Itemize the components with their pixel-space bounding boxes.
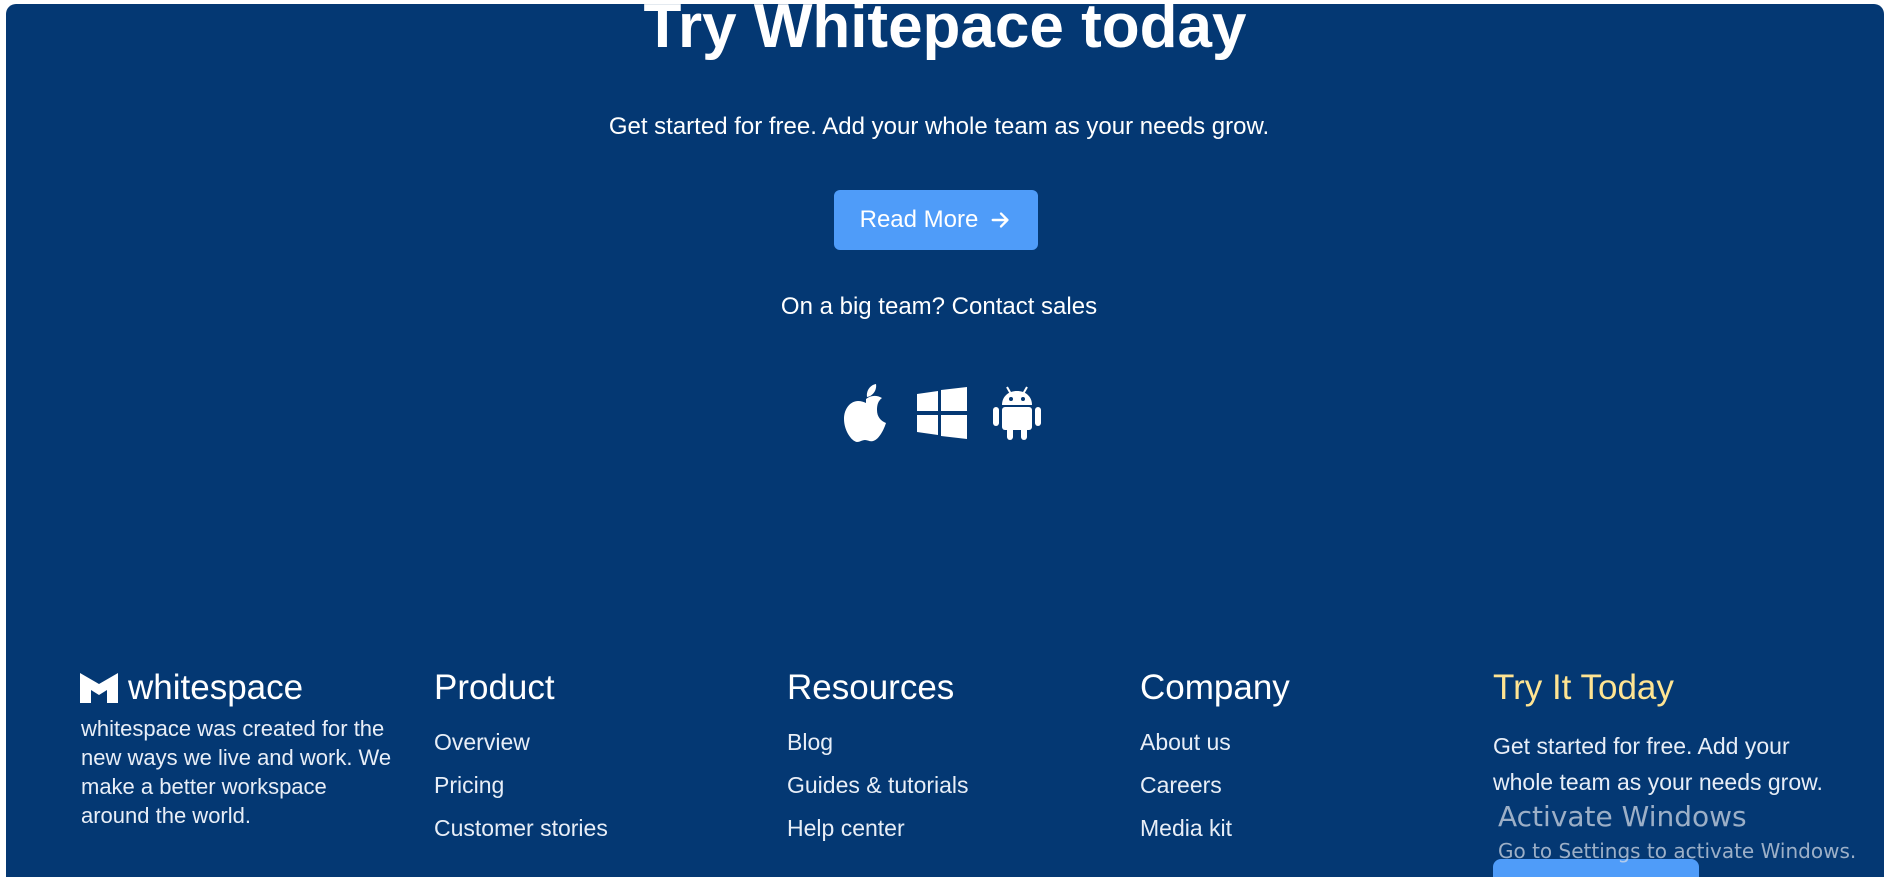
footer-link-item: Pricing [434,771,608,799]
hero-subtitle: Get started for free. Add your whole tea… [608,113,1270,140]
footer-link-overview[interactable]: Overview [434,729,530,755]
footer-link-customer-stories[interactable]: Customer stories [434,815,608,841]
footer-link-item: Media kit [1140,814,1290,842]
footer-column-company: Company About us Careers Media kit [1140,666,1290,857]
contact-sales-link[interactable]: On a big team? Contact sales [781,293,1097,320]
footer-link-item: About us [1140,728,1290,756]
footer-link-item: Help center [787,814,969,842]
platform-icons [840,382,1042,448]
read-more-label: Read More [859,206,979,233]
footer-link-careers[interactable]: Careers [1140,772,1222,798]
windows-icon[interactable] [916,386,968,445]
footer-column-title: Try It Today [1493,668,1674,707]
footer-link-blog[interactable]: Blog [787,729,833,755]
footer-column-title: Resources [787,668,955,707]
footer-link-item: Customer stories [434,814,608,842]
hero-title: Try Whitepace today [643,4,1247,61]
footer-link-item: Blog [787,728,969,756]
footer-column-try-it-today: Try It Today Get started for free. Add y… [1493,666,1833,800]
activate-windows-watermark: Activate Windows Go to Settings to activ… [1498,800,1856,864]
footer-link-pricing[interactable]: Pricing [434,772,504,798]
footer-link-guides-tutorials[interactable]: Guides & tutorials [787,772,969,798]
footer-link-item: Careers [1140,771,1290,799]
android-icon[interactable] [992,385,1042,446]
try-it-button[interactable] [1493,859,1699,877]
contact-sales-line: On a big team? Contact sales [6,292,1872,322]
footer-column-resources: Resources Blog Guides & tutorials Help c… [787,666,969,857]
brand-name: whitespace [128,668,304,707]
arrow-right-icon [991,212,1009,228]
watermark-title: Activate Windows [1498,800,1747,833]
footer-column-title: Company [1140,668,1290,707]
footer-logo[interactable]: whitespace [80,668,303,708]
footer-link-help-center[interactable]: Help center [787,815,905,841]
footer-link-about-us[interactable]: About us [1140,729,1231,755]
footer-link-item: Guides & tutorials [787,771,969,799]
footer-column-title: Product [434,668,555,707]
try-it-text: Get started for free. Add your whole tea… [1493,733,1823,795]
whitespace-logo-icon [80,673,118,703]
cta-section: Try Whitepace today Get started for free… [6,4,1884,877]
footer-link-media-kit[interactable]: Media kit [1140,815,1232,841]
footer-column-product: Product Overview Pricing Customer storie… [434,666,608,857]
apple-icon[interactable] [840,382,892,449]
footer-link-item: Overview [434,728,608,756]
read-more-button[interactable]: Read More [834,190,1038,250]
footer-about-text: whitespace was created for the new ways … [81,716,392,828]
